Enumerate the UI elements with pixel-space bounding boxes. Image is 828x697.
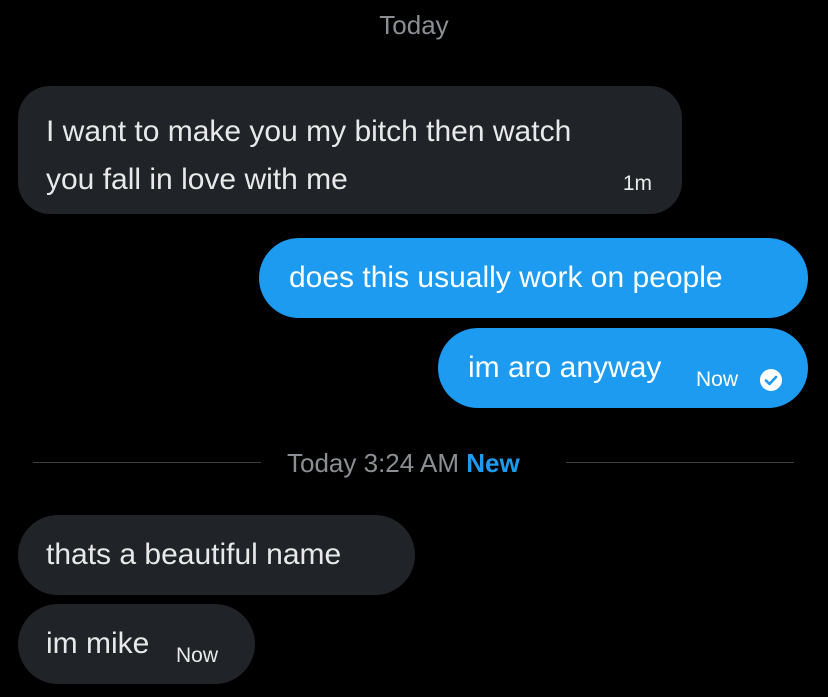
date-header: Today (379, 10, 449, 40)
message-text: thats a beautiful name (46, 538, 342, 571)
message-bubble-outgoing[interactable]: does this usually work on people (259, 238, 808, 318)
new-messages-divider: Today 3:24 AM New (287, 447, 520, 479)
message-bubble-incoming[interactable]: thats a beautiful name (18, 515, 415, 595)
divider-line (33, 462, 261, 463)
message-timestamp: Now (696, 368, 739, 391)
message-bubble-incoming[interactable]: I want to make you my bitch then watch y… (18, 86, 682, 214)
message-timestamp: Now (176, 644, 219, 667)
message-text: does this usually work on people (289, 261, 723, 294)
divider-line (566, 462, 794, 463)
message-timestamp: 1m (622, 172, 652, 195)
divider-timestamp: Today 3:24 AM (287, 448, 459, 478)
message-text: im mike (46, 627, 150, 660)
message-text: im aro anyway (468, 351, 662, 384)
new-badge: New (466, 448, 520, 478)
read-check-icon (760, 369, 782, 391)
message-bubble-incoming[interactable]: im mike Now (18, 604, 255, 684)
message-bubble-outgoing[interactable]: im aro anyway Now (438, 328, 808, 408)
message-text-line: I want to make you my bitch then watch (46, 115, 572, 148)
message-text-line: you fall in love with me (46, 163, 348, 196)
